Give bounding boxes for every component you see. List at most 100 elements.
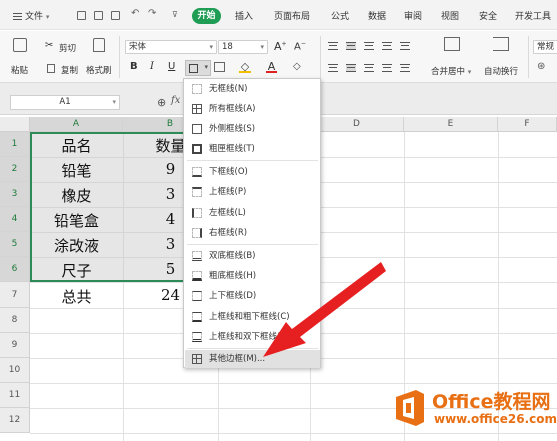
decrease-font-size-icon[interactable]: A− (294, 40, 306, 52)
print-preview-icon[interactable] (111, 11, 120, 20)
cell-a5[interactable]: 涂改液 (30, 235, 123, 256)
menu-item-more-borders[interactable]: 其他边框(M)... (185, 350, 320, 368)
font-size-value: 18 (222, 42, 233, 52)
cell-a2[interactable]: 铅笔 (30, 160, 123, 181)
tab-developer[interactable]: 开发工具 (515, 9, 551, 22)
menu-item-label: 其他边框(M)... (209, 354, 266, 364)
cell-a4[interactable]: 铅笔盒 (30, 210, 123, 231)
increase-font-size-icon[interactable]: A+ (274, 40, 287, 53)
cell-a7[interactable]: 总共 (30, 286, 123, 307)
menu-item-outside-borders[interactable]: 外侧框线(S) (185, 120, 320, 138)
paste-button[interactable]: 粘贴 (11, 64, 28, 76)
wrap-text-button[interactable]: 自动换行 (484, 65, 518, 77)
cell-a3[interactable]: 橡皮 (30, 185, 123, 206)
fill-color-icon[interactable]: ◇ (239, 60, 251, 73)
justify-icon[interactable] (382, 64, 392, 72)
bold-icon[interactable]: B (130, 61, 138, 72)
menu-item-label: 左框线(L) (209, 208, 246, 218)
menu-item-thick-box-border[interactable]: 粗匣框线(T) (185, 140, 320, 158)
all-borders-icon (192, 104, 202, 114)
customize-quick-access-icon[interactable]: ⊽ (172, 10, 178, 19)
row-header-3[interactable]: 3 (0, 182, 30, 207)
file-menu[interactable]: 文件 ▾ (13, 9, 49, 22)
redo-icon[interactable]: ↷ (148, 8, 156, 19)
select-all-corner[interactable] (0, 117, 30, 132)
menu-item-top-thick-bottom-border[interactable]: 上框线和粗下框线(C) (185, 308, 320, 326)
number-format-select[interactable]: 常规 (533, 40, 557, 54)
row-header-12[interactable]: 12 (0, 408, 30, 433)
row-header-2[interactable]: 2 (0, 157, 30, 182)
align-bottom-icon[interactable] (364, 42, 374, 50)
font-name-select[interactable]: 宋体 ▾ (125, 40, 217, 54)
increase-indent-icon[interactable] (400, 42, 410, 50)
currency-format-icon[interactable]: ⊛ (537, 61, 545, 72)
menu-item-all-borders[interactable]: 所有框线(A) (185, 100, 320, 118)
tab-insert[interactable]: 插入 (235, 9, 253, 22)
menu-item-top-double-bottom-border[interactable]: 上框线和双下框线(U) (185, 328, 320, 346)
underline-icon[interactable]: U (168, 61, 175, 72)
column-header-e[interactable]: E (404, 117, 498, 132)
distributed-icon[interactable] (400, 64, 410, 72)
menu-item-thick-bottom-border[interactable]: 粗底框线(H) (185, 267, 320, 285)
copy-button[interactable]: 复制 (61, 64, 78, 76)
zoom-lookup-icon[interactable]: ⊕ (157, 96, 166, 109)
font-color-icon[interactable]: A (266, 60, 277, 73)
menu-item-top-bottom-border[interactable]: 上下框线(D) (185, 287, 320, 305)
row-header-10[interactable]: 10 (0, 358, 30, 383)
row-header-6[interactable]: 6 (0, 257, 30, 282)
menu-item-top-border[interactable]: 上框线(P) (185, 183, 320, 201)
name-box[interactable]: A1 ▾ (10, 95, 120, 110)
decrease-indent-icon[interactable] (382, 42, 392, 50)
save-icon[interactable] (77, 11, 86, 20)
align-top-icon[interactable] (328, 42, 338, 50)
menu-item-right-border[interactable]: 右框线(R) (185, 224, 320, 242)
row-header-11[interactable]: 11 (0, 383, 30, 408)
column-header-a[interactable]: A (30, 117, 123, 132)
menu-item-no-border[interactable]: 无框线(N) (185, 80, 320, 98)
align-middle-icon[interactable] (346, 42, 356, 50)
cell-a6[interactable]: 尺子 (30, 260, 123, 281)
tab-formulas[interactable]: 公式 (331, 9, 349, 22)
format-painter-button[interactable]: 格式刷 (86, 64, 112, 76)
cut-button[interactable]: 剪切 (59, 42, 76, 54)
tab-page-layout[interactable]: 页面布局 (274, 9, 310, 22)
tab-start[interactable]: 开始 (192, 8, 221, 24)
hamburger-icon (13, 13, 22, 20)
cell-a1[interactable]: 品名 (30, 135, 123, 156)
align-left-icon[interactable] (328, 64, 338, 72)
italic-icon[interactable]: I (150, 61, 154, 72)
align-center-icon[interactable] (346, 64, 356, 72)
print-icon[interactable] (94, 11, 103, 20)
row-header-1[interactable]: 1 (0, 132, 30, 157)
menu-item-label: 粗匣框线(T) (209, 144, 255, 154)
menu-item-left-border[interactable]: 左框线(L) (185, 204, 320, 222)
ribbon: 粘贴 ✂ 剪切 复制 格式刷 宋体 ▾ 18 ▾ A+ A− B I U ▾ ◇ A… (0, 31, 557, 83)
tab-security[interactable]: 安全 (479, 9, 497, 22)
row-header-8[interactable]: 8 (0, 308, 30, 333)
tab-review[interactable]: 审阅 (404, 9, 422, 22)
font-name-value: 宋体 (129, 42, 147, 52)
row-header-7[interactable]: 7 (0, 282, 30, 308)
border-dropdown-menu: 无框线(N) 所有框线(A) 外侧框线(S) 粗匣框线(T) 下框线(O) 上框… (183, 78, 321, 368)
row-header-4[interactable]: 4 (0, 207, 30, 232)
align-right-icon[interactable] (364, 64, 374, 72)
menu-item-bottom-border[interactable]: 下框线(O) (185, 163, 320, 181)
row-header-5[interactable]: 5 (0, 232, 30, 257)
eraser-icon[interactable]: ◇ (293, 61, 301, 72)
paste-icon[interactable] (13, 38, 27, 52)
menu-item-double-bottom-border[interactable]: 双底框线(B) (185, 247, 320, 265)
grid-line (30, 433, 557, 434)
font-size-select[interactable]: 18 ▾ (218, 40, 268, 54)
tab-view[interactable]: 视图 (441, 9, 459, 22)
tab-data[interactable]: 数据 (368, 9, 386, 22)
undo-icon[interactable]: ↶ (131, 8, 139, 19)
border-button[interactable]: ▾ (185, 60, 211, 76)
merge-center-button[interactable]: 合并居中 ▾ (431, 65, 471, 77)
insert-function-button[interactable]: fx (171, 95, 180, 106)
cell-style-icon[interactable] (214, 62, 225, 72)
row-header-9[interactable]: 9 (0, 333, 30, 358)
no-border-icon (192, 84, 202, 94)
top-bottom-border-icon (192, 291, 202, 301)
column-header-d[interactable]: D (310, 117, 404, 132)
column-header-f[interactable]: F (498, 117, 557, 132)
